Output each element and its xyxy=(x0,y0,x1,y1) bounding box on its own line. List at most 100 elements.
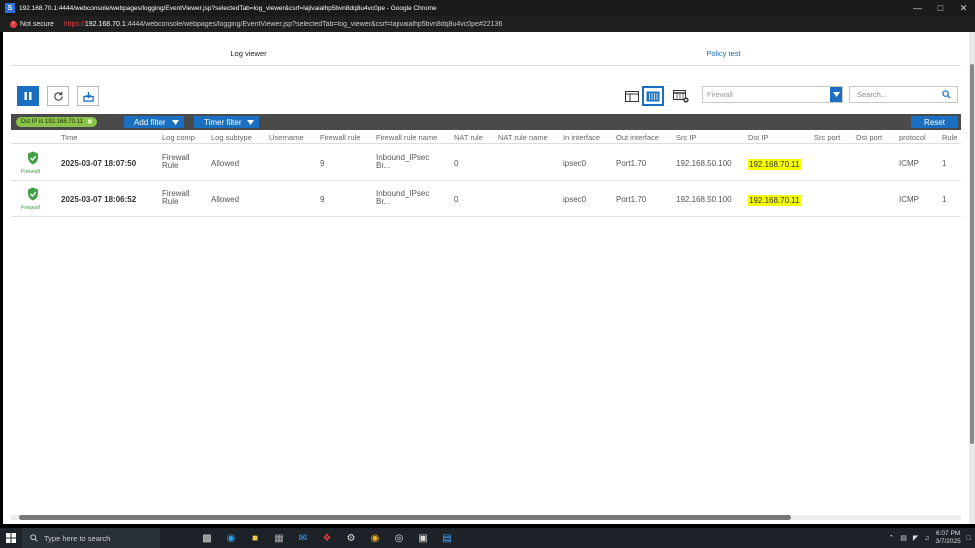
cell-protocol: ICMP xyxy=(899,195,919,204)
table-row[interactable]: Firewall 2025-03-07 18:07:50 Firewall Rul… xyxy=(11,145,961,181)
column-header-src-port[interactable]: Src port xyxy=(814,133,840,142)
tab-divider xyxy=(11,65,961,66)
pause-button[interactable] xyxy=(17,86,39,106)
cell-log-comp-line2: Rule xyxy=(162,197,179,206)
add-filter-label: Add filter xyxy=(134,117,166,127)
column-header-log-comp[interactable]: Log comp xyxy=(162,133,195,142)
clock[interactable]: 6:07 PM 3/7/2025 xyxy=(935,530,960,546)
cell-in-interface: ipsec0 xyxy=(563,195,587,204)
column-settings-button[interactable] xyxy=(670,86,692,106)
terminal-icon[interactable]: ▣ xyxy=(416,531,430,545)
taskbar-search-input[interactable]: Type here to search xyxy=(22,528,160,548)
grid-view-icon xyxy=(646,91,660,101)
column-header-time[interactable]: Time xyxy=(61,133,77,142)
clock-time: 6:07 PM xyxy=(936,530,961,537)
wifi-icon[interactable]: ◤ xyxy=(913,534,918,542)
security-indicator[interactable]: ! Not secure xyxy=(10,20,54,28)
timer-filter-button[interactable]: Timer filter xyxy=(194,116,260,128)
column-header-nat-rule-name[interactable]: NAT rule name xyxy=(498,133,548,142)
log-type-label: Firewall xyxy=(21,205,40,211)
refresh-button[interactable] xyxy=(47,86,69,106)
remote-desktop-icon[interactable]: ▤ xyxy=(440,531,454,545)
cell-log-subtype: Allowed xyxy=(211,159,240,168)
cell-rule-name-line2: Br... xyxy=(376,197,391,206)
search-input[interactable]: Search... xyxy=(849,86,958,103)
network-icon[interactable]: ▤ xyxy=(900,534,907,542)
task-view-icon[interactable]: ▩ xyxy=(200,531,214,545)
tab-bar: Log viewer Policy test xyxy=(11,42,961,66)
vertical-scrollbar[interactable] xyxy=(969,32,975,524)
filter-chip-dst-ip[interactable]: Dst IP is 192.168.70.11 ✖ xyxy=(16,117,97,127)
volume-icon[interactable]: ♫ xyxy=(924,535,929,542)
window-titlebar: S 192.168.70.1:4444/webconsole/webpages/… xyxy=(0,0,975,16)
vertical-scrollbar-thumb[interactable] xyxy=(970,64,974,444)
horizontal-scrollbar-thumb[interactable] xyxy=(19,515,791,520)
tab-log-viewer[interactable]: Log viewer xyxy=(11,42,486,66)
grid-view-button[interactable] xyxy=(642,86,664,106)
cell-log-comp: Firewall Rule xyxy=(162,154,190,170)
media-app-icon[interactable]: ◎ xyxy=(392,531,406,545)
detail-view-button[interactable] xyxy=(621,86,643,106)
notification-icon[interactable]: □ xyxy=(967,535,971,542)
edge-icon[interactable]: ◉ xyxy=(224,531,238,545)
cell-dst-ip: 192.168.70.11 xyxy=(748,159,801,170)
settings-gear-icon[interactable]: ⚙ xyxy=(344,531,358,545)
column-header-firewall-rule[interactable]: Firewall rule xyxy=(320,133,360,142)
address-bar[interactable]: ! Not secure https://192.168.70.1:4444/w… xyxy=(0,16,975,32)
column-header-nat-rule[interactable]: NAT rule xyxy=(454,133,483,142)
cell-log-comp: Firewall Rule xyxy=(162,190,190,206)
page-content: Log viewer Policy test Firewall Search..… xyxy=(3,32,969,524)
refresh-icon xyxy=(53,91,63,101)
taskbar-search-placeholder: Type here to search xyxy=(44,533,111,543)
column-header-username[interactable]: Username xyxy=(269,133,304,142)
store-icon[interactable]: ▦ xyxy=(272,531,286,545)
column-header-rule[interactable]: Rule xyxy=(942,133,957,142)
start-button[interactable] xyxy=(0,533,22,543)
cell-src-ip: 192.168.50.100 xyxy=(676,159,732,168)
cell-log-comp-line2: Rule xyxy=(162,161,179,170)
module-select[interactable]: Firewall xyxy=(702,86,843,103)
chevron-up-icon[interactable]: ⌃ xyxy=(888,534,894,542)
caret-down-icon xyxy=(171,119,179,125)
chevron-down-icon[interactable] xyxy=(830,87,842,102)
table-row[interactable]: Firewall 2025-03-07 18:06:52 Firewall Rul… xyxy=(11,181,961,217)
column-header-src-ip[interactable]: Src IP xyxy=(676,133,696,142)
maximize-button[interactable]: □ xyxy=(929,0,952,16)
chrome-icon[interactable]: ◉ xyxy=(368,531,382,545)
window-title: 192.168.70.1:4444/webconsole/webpages/lo… xyxy=(19,4,437,12)
cell-in-interface: ipsec0 xyxy=(563,159,587,168)
cell-rule-name-line2: Br... xyxy=(376,161,391,170)
minimize-button[interactable]: — xyxy=(906,0,929,16)
column-header-dst-ip[interactable]: Dst IP xyxy=(748,133,768,142)
url-text[interactable]: https://192.168.70.1:4444/webconsole/web… xyxy=(64,21,502,28)
mail-icon[interactable]: ✉ xyxy=(296,531,310,545)
close-window-button[interactable]: ✕ xyxy=(952,0,975,16)
export-button[interactable] xyxy=(77,86,99,106)
module-select-value: Firewall xyxy=(707,90,733,99)
add-filter-button[interactable]: Add filter xyxy=(124,116,184,128)
file-explorer-icon[interactable]: ■ xyxy=(248,531,262,545)
remove-filter-icon[interactable]: ✖ xyxy=(87,118,93,126)
column-header-firewall-rule-name[interactable]: Firewall rule name xyxy=(376,133,437,142)
reset-button[interactable]: Reset xyxy=(911,116,958,128)
cell-nat-rule: 0 xyxy=(454,195,459,204)
tab-policy-test[interactable]: Policy test xyxy=(486,42,961,66)
column-header-log-subtype[interactable]: Log subtype xyxy=(211,133,252,142)
column-header-protocol[interactable]: protocol xyxy=(899,133,926,142)
pause-icon xyxy=(24,92,32,100)
app-icon-red[interactable]: ❖ xyxy=(320,531,334,545)
column-header-dst-port[interactable]: Dst port xyxy=(856,133,882,142)
cell-rule: 1 xyxy=(942,159,947,168)
cell-rule: 1 xyxy=(942,195,947,204)
not-secure-label: Not secure xyxy=(20,20,54,28)
search-icon xyxy=(30,534,38,542)
horizontal-scrollbar[interactable] xyxy=(11,515,961,520)
warning-icon: ! xyxy=(10,20,17,28)
caret-down-icon xyxy=(247,119,255,125)
column-header-in-interface[interactable]: In interface xyxy=(563,133,600,142)
column-header-out-interface[interactable]: Out interface xyxy=(616,133,659,142)
filter-bar: Dst IP is 192.168.70.11 ✖ Add filter Tim… xyxy=(11,114,961,130)
detail-view-icon xyxy=(625,90,639,102)
search-icon[interactable] xyxy=(942,90,951,99)
cell-dst-ip: 192.168.70.11 xyxy=(748,195,801,206)
